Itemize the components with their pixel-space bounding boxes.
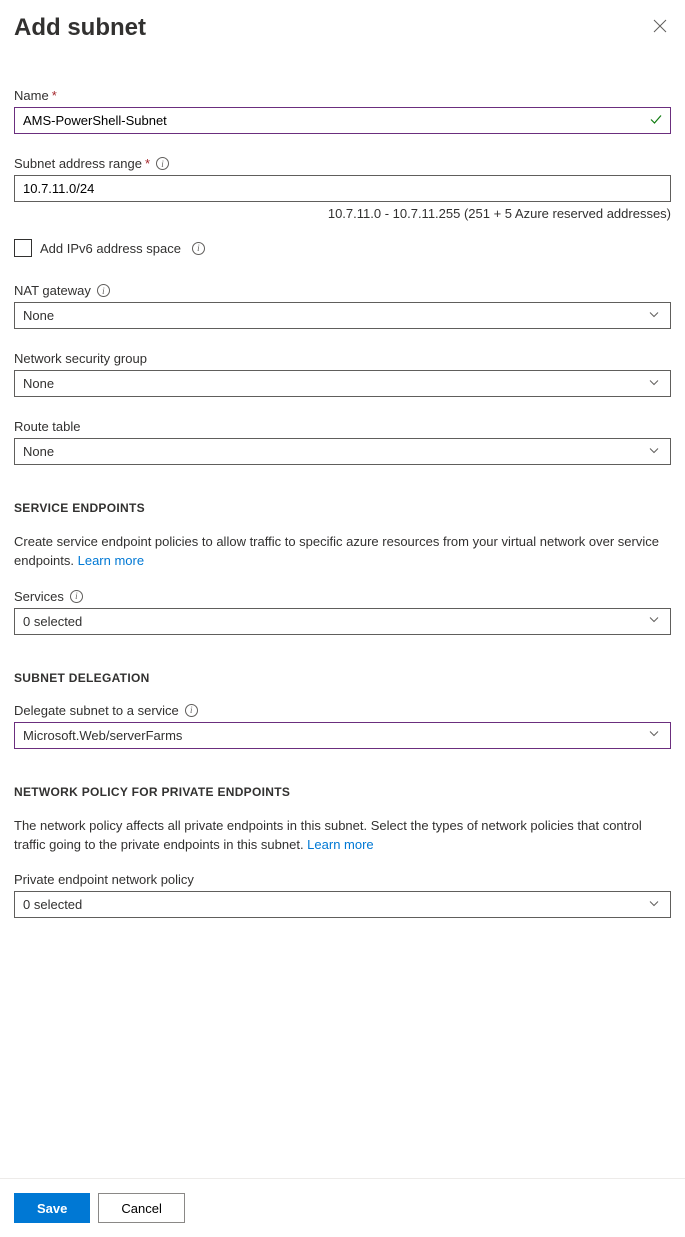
required-indicator: * xyxy=(52,88,57,103)
services-label-text: Services xyxy=(14,589,64,604)
address-range-input[interactable] xyxy=(14,175,671,202)
delegate-dropdown[interactable]: Microsoft.Web/serverFarms xyxy=(14,722,671,749)
nsg-label-text: Network security group xyxy=(14,351,147,366)
route-table-value: None xyxy=(23,444,54,459)
private-endpoint-policy-label-text: Private endpoint network policy xyxy=(14,872,194,887)
service-endpoints-header: SERVICE ENDPOINTS xyxy=(14,501,671,515)
chevron-down-icon xyxy=(648,376,660,391)
name-input[interactable] xyxy=(14,107,671,134)
info-icon[interactable]: i xyxy=(185,704,198,717)
panel-header: Add subnet xyxy=(14,14,671,42)
address-range-label-text: Subnet address range xyxy=(14,156,142,171)
service-endpoints-desc: Create service endpoint policies to allo… xyxy=(14,533,671,571)
private-endpoint-policy-label: Private endpoint network policy xyxy=(14,872,671,887)
learn-more-link[interactable]: Learn more xyxy=(307,837,373,852)
nsg-dropdown[interactable]: None xyxy=(14,370,671,397)
network-policy-desc: The network policy affects all private e… xyxy=(14,817,671,855)
name-label: Name * xyxy=(14,88,671,103)
services-dropdown[interactable]: 0 selected xyxy=(14,608,671,635)
services-value: 0 selected xyxy=(23,614,82,629)
info-icon[interactable]: i xyxy=(97,284,110,297)
valid-check-icon xyxy=(649,112,663,129)
route-table-label-text: Route table xyxy=(14,419,81,434)
address-range-label: Subnet address range * i xyxy=(14,156,671,171)
nat-gateway-label-text: NAT gateway xyxy=(14,283,91,298)
chevron-down-icon xyxy=(648,308,660,323)
chevron-down-icon xyxy=(648,614,660,629)
nat-gateway-label: NAT gateway i xyxy=(14,283,671,298)
delegate-label-text: Delegate subnet to a service xyxy=(14,703,179,718)
route-table-label: Route table xyxy=(14,419,671,434)
footer: Save Cancel xyxy=(0,1178,685,1237)
cancel-button[interactable]: Cancel xyxy=(98,1193,184,1223)
close-button[interactable] xyxy=(649,15,671,42)
required-indicator: * xyxy=(145,156,150,171)
ipv6-label: Add IPv6 address space xyxy=(40,241,181,256)
info-icon[interactable]: i xyxy=(70,590,83,603)
network-policy-header: NETWORK POLICY FOR PRIVATE ENDPOINTS xyxy=(14,785,671,799)
address-range-hint: 10.7.11.0 - 10.7.11.255 (251 + 5 Azure r… xyxy=(14,206,671,221)
subnet-delegation-header: SUBNET DELEGATION xyxy=(14,671,671,685)
chevron-down-icon xyxy=(648,897,660,912)
route-table-dropdown[interactable]: None xyxy=(14,438,671,465)
name-label-text: Name xyxy=(14,88,49,103)
close-icon xyxy=(653,19,667,33)
services-label: Services i xyxy=(14,589,671,604)
nat-gateway-dropdown[interactable]: None xyxy=(14,302,671,329)
chevron-down-icon xyxy=(648,444,660,459)
nsg-label: Network security group xyxy=(14,351,671,366)
save-button[interactable]: Save xyxy=(14,1193,90,1223)
private-endpoint-policy-dropdown[interactable]: 0 selected xyxy=(14,891,671,918)
chevron-down-icon xyxy=(648,728,660,743)
nsg-value: None xyxy=(23,376,54,391)
nat-gateway-value: None xyxy=(23,308,54,323)
info-icon[interactable]: i xyxy=(192,242,205,255)
delegate-label: Delegate subnet to a service i xyxy=(14,703,671,718)
delegate-value: Microsoft.Web/serverFarms xyxy=(23,728,182,743)
page-title: Add subnet xyxy=(14,14,146,42)
private-endpoint-policy-value: 0 selected xyxy=(23,897,82,912)
ipv6-checkbox[interactable] xyxy=(14,239,32,257)
learn-more-link[interactable]: Learn more xyxy=(78,553,144,568)
info-icon[interactable]: i xyxy=(156,157,169,170)
